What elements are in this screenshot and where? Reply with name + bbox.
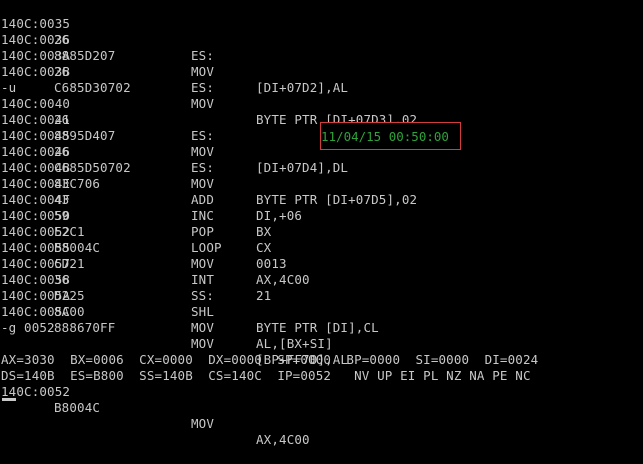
operands: BYTE PTR [DI+07D5],02	[256, 192, 418, 207]
mnemonic: SHL	[191, 304, 215, 319]
mnemonic: MOV	[191, 64, 215, 79]
mnemonic: MOV	[191, 176, 215, 191]
operands: AL,[BX+SI]	[256, 336, 333, 351]
segment-registers-and-flags: DS=140B ES=B800 SS=140B CS=140C IP=0052 …	[1, 368, 531, 383]
listing-row: 140C:0052 B8004C MOV AX,4C00	[1, 208, 310, 287]
operands: 0013	[256, 256, 287, 271]
mnemonic: MOV	[191, 320, 215, 335]
listing-row: 140C:0046 C685D50702 MOV BYTE PTR [DI+07…	[1, 128, 417, 207]
mnemonic: ES:	[191, 48, 215, 63]
operands: BYTE PTR [DI],CL	[256, 320, 379, 335]
listing-row: 140C:0055 CD21 INT 21	[1, 224, 271, 303]
operands: AX,4C00	[256, 432, 310, 447]
operands: CX	[256, 240, 272, 255]
general-registers: AX=3030 BX=0006 CX=0000 DX=0000 SP=0000 …	[1, 352, 539, 367]
mnemonic: SS:	[191, 288, 215, 303]
current-instruction-row: 140C:0052 B8004C MOV AX,4C00	[1, 368, 310, 447]
listing-row: 140C:004E 43 INC BX	[1, 160, 271, 239]
clock-datetime: 11/04/15 00:50:00	[321, 129, 449, 144]
listing-row: 140C:0040 26 ES:	[1, 80, 214, 143]
listing-row: 140C:0057 36 SS:	[1, 240, 214, 303]
operands: DI,+06	[256, 208, 303, 223]
listing-row: 140C:0036 8885D207 MOV [DI+07D2],AL	[1, 16, 348, 95]
mnemonic: ES:	[191, 80, 215, 95]
mnemonic: LOOP	[191, 240, 222, 255]
listing-row: 140C:005A 8A00 MOV AL,[BX+SI]	[1, 272, 333, 351]
mnemonic: ES:	[191, 160, 215, 175]
mnemonic: MOV	[191, 336, 215, 351]
listing-row: 140C:0035 26 ES:	[1, 0, 214, 63]
text-cursor	[2, 398, 16, 401]
operands: 21	[256, 288, 272, 303]
register-dump-line: AX=3030 BX=0006 CX=0000 DX=0000 SP=0000 …	[1, 336, 538, 367]
operands: AX,4C00	[256, 272, 310, 287]
listing-row: 140C:0058 D225 SHL BYTE PTR [DI],CL	[1, 256, 379, 335]
operands: [DI+07D2],AL	[256, 80, 349, 95]
clock-overlay: 11/04/15 00:50:00	[320, 122, 461, 150]
machine-code: 888670FF	[54, 320, 116, 335]
listing-row: 140C:004B 83C706 ADD DI,+06	[1, 144, 302, 223]
mnemonic: MOV	[191, 96, 215, 111]
mnemonic: INC	[191, 208, 215, 223]
listing-row: 140C:003B C685D30702 MOV BYTE PTR [DI+07…	[1, 48, 417, 127]
mnemonic: ES:	[191, 128, 215, 143]
command-line: -u	[1, 64, 47, 95]
console-output: 140C:0035 26 ES: 140C:0036 8885D207 MOV …	[1, 0, 538, 447]
machine-code: B8004C	[54, 400, 101, 415]
listing-row: 140C:0050 E2C1 LOOP 0013	[1, 192, 287, 271]
register-dump-line: DS=140B ES=B800 SS=140B CS=140C IP=0052 …	[1, 352, 530, 383]
machine-code: C685D30702	[54, 80, 131, 95]
listing-row: 140C:005C 888670FF MOV [BP+FF70],AL	[1, 288, 348, 367]
mnemonic: POP	[191, 224, 215, 239]
mnemonic: MOV	[191, 144, 215, 159]
operands: BX	[256, 224, 272, 239]
command-line: -g 0052	[1, 304, 55, 335]
mnemonic: MOV	[191, 416, 215, 431]
operands: [DI+07D4],DL	[256, 160, 349, 175]
mnemonic: ADD	[191, 192, 215, 207]
mnemonic: MOV	[191, 256, 215, 271]
listing-row: 140C:003A 26 ES:	[1, 32, 214, 95]
dos-console-window[interactable]: 140C:0035 26 ES: 140C:0036 8885D207 MOV …	[0, 0, 643, 447]
listing-row: 140C:0041 8895D407 MOV [DI+07D4],DL	[1, 96, 348, 175]
listing-row: 140C:0045 26 ES:	[1, 112, 214, 175]
mnemonic: INT	[191, 272, 215, 287]
listing-row: 140C:004F 59 POP CX	[1, 176, 271, 255]
